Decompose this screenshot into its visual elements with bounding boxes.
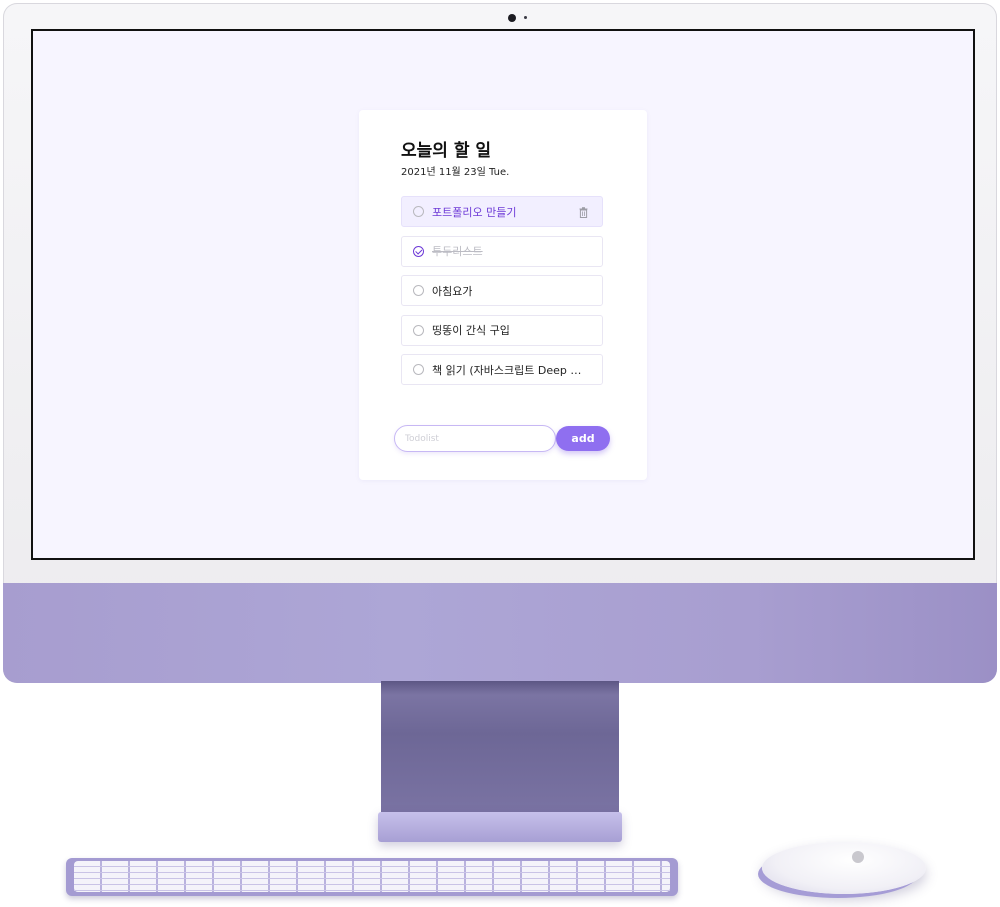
checked-circle-icon[interactable] — [413, 245, 424, 257]
camera-icon — [508, 14, 516, 22]
imac-monitor: 오늘의 할 일 2021년 11월 23일 Tue. 포트폴리오 만들기 투두리… — [3, 3, 997, 683]
checkbox-icon[interactable] — [413, 324, 424, 336]
todo-label: 책 읽기 (자바스크립트 Deep … — [432, 363, 582, 377]
keyboard — [66, 858, 678, 896]
todo-item[interactable]: 투두리스트 — [401, 235, 603, 267]
keyboard-rows — [74, 861, 670, 892]
todo-label: 투두리스트 — [432, 245, 483, 258]
date-label: 2021년 11월 23일 Tue. — [401, 167, 510, 178]
checkbox-icon[interactable] — [413, 206, 424, 217]
add-button[interactable]: add — [556, 426, 610, 451]
checkbox-icon[interactable] — [413, 285, 424, 296]
stand-foot — [378, 812, 622, 842]
monitor-stand — [381, 681, 619, 813]
todo-input[interactable] — [394, 425, 556, 452]
trash-icon[interactable] — [579, 207, 588, 218]
todo-label: 아침요가 — [432, 284, 473, 298]
todo-card: 오늘의 할 일 2021년 11월 23일 Tue. 포트폴리오 만들기 투두리… — [359, 110, 647, 480]
todo-item[interactable]: 포트폴리오 만들기 — [401, 196, 603, 227]
mouse — [762, 842, 926, 894]
todo-item[interactable]: 책 읽기 (자바스크립트 Deep … — [401, 354, 603, 385]
screen: 오늘의 할 일 2021년 11월 23일 Tue. 포트폴리오 만들기 투두리… — [31, 29, 975, 560]
todo-list: 포트폴리오 만들기 투두리스트 아침요가 띵똥이 간식 구입 책 읽기 (자바스… — [401, 196, 603, 394]
apple-logo-icon — [852, 851, 864, 863]
todo-label: 포트폴리오 만들기 — [432, 205, 517, 219]
camera-sensor — [524, 16, 527, 19]
todo-label: 띵똥이 간식 구입 — [432, 324, 510, 337]
monitor-chin — [3, 583, 997, 683]
page-title: 오늘의 할 일 — [401, 141, 492, 161]
keyboard-keys — [74, 861, 670, 892]
todo-item[interactable]: 띵똥이 간식 구입 — [401, 314, 603, 346]
todo-item[interactable]: 아침요가 — [401, 275, 603, 306]
checkbox-icon[interactable] — [413, 364, 424, 375]
stand-shadow — [381, 681, 619, 695]
